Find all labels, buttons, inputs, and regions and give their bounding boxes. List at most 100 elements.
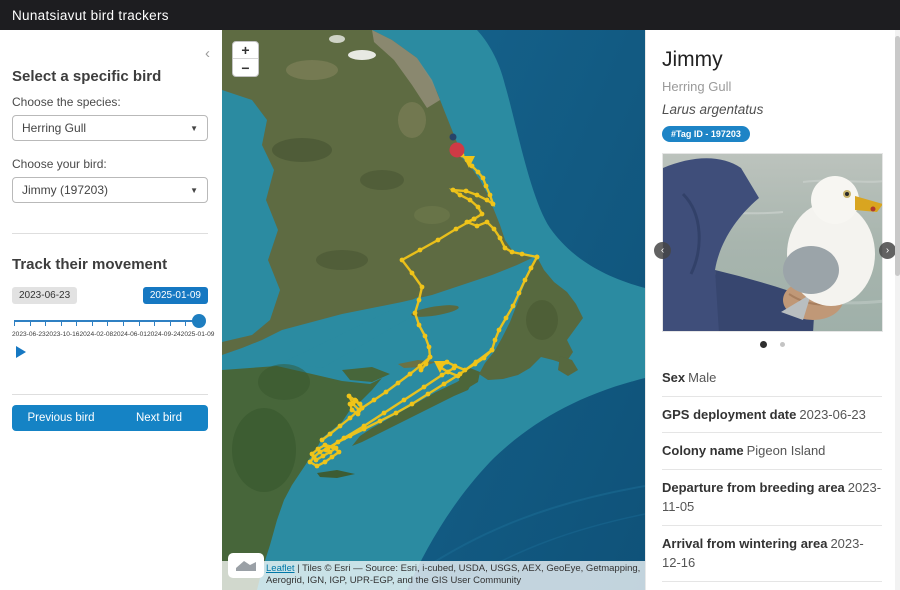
- gps-track-point[interactable]: [347, 394, 352, 399]
- gps-track-point[interactable]: [396, 381, 401, 386]
- gps-track-point[interactable]: [454, 227, 459, 232]
- gps-track-point[interactable]: [423, 334, 428, 339]
- gps-track-point[interactable]: [328, 450, 333, 455]
- gps-track-point[interactable]: [442, 382, 447, 387]
- gps-track-point[interactable]: [384, 390, 389, 395]
- gps-track-point[interactable]: [356, 412, 361, 417]
- gps-track-point[interactable]: [408, 372, 413, 377]
- gps-track-point[interactable]: [323, 460, 328, 465]
- gps-track-point[interactable]: [410, 271, 415, 276]
- gps-track-point[interactable]: [419, 368, 424, 373]
- gps-track-point[interactable]: [451, 188, 456, 193]
- gps-track-point[interactable]: [394, 411, 399, 416]
- gps-track-point[interactable]: [360, 406, 365, 411]
- gps-track-point[interactable]: [475, 193, 480, 198]
- gps-track-point[interactable]: [338, 424, 343, 429]
- gps-track-point[interactable]: [476, 170, 481, 175]
- gps-track-point[interactable]: [328, 432, 333, 437]
- gps-track-point[interactable]: [529, 266, 534, 271]
- carousel-dot[interactable]: [780, 342, 785, 347]
- direction-triangle[interactable]: [434, 361, 446, 373]
- gps-track-point[interactable]: [315, 464, 320, 469]
- sidebar-collapse-icon[interactable]: ‹: [205, 46, 210, 61]
- gps-track-point[interactable]: [468, 198, 473, 203]
- gps-track-point[interactable]: [372, 398, 377, 403]
- gps-track-point[interactable]: [410, 402, 415, 407]
- gps-track-point[interactable]: [323, 443, 328, 448]
- gps-track-point[interactable]: [417, 323, 422, 328]
- gps-track-point[interactable]: [485, 220, 490, 225]
- colony-marker[interactable]: [450, 134, 457, 141]
- gps-track-point[interactable]: [476, 205, 481, 210]
- species-select[interactable]: Herring Gull ▼: [12, 115, 208, 141]
- gps-track-point[interactable]: [400, 258, 405, 263]
- previous-bird-button[interactable]: Previous bird: [12, 405, 110, 431]
- gps-track-point[interactable]: [378, 419, 383, 424]
- carousel-next-icon[interactable]: ›: [879, 242, 896, 259]
- current-position-marker[interactable]: [450, 143, 465, 158]
- gps-track-point[interactable]: [348, 416, 353, 421]
- gps-track-point[interactable]: [342, 436, 347, 441]
- gps-track-point[interactable]: [452, 366, 457, 371]
- date-slider[interactable]: [12, 316, 208, 330]
- gps-track-point[interactable]: [314, 458, 319, 463]
- map[interactable]: + − Leaflet | Tiles © Esri — Source: Esr…: [222, 30, 645, 590]
- gps-track-point[interactable]: [523, 278, 528, 283]
- gps-track-point[interactable]: [436, 238, 441, 243]
- gps-track-point[interactable]: [497, 328, 502, 333]
- gps-track-point[interactable]: [310, 452, 315, 457]
- gps-track-point[interactable]: [474, 360, 479, 365]
- gps-track-point[interactable]: [481, 176, 486, 181]
- gps-track-point[interactable]: [503, 246, 508, 251]
- gps-track-point[interactable]: [440, 373, 445, 378]
- gps-track-point[interactable]: [535, 255, 540, 260]
- gps-track-point[interactable]: [458, 372, 463, 377]
- gps-track-point[interactable]: [308, 460, 313, 465]
- gps-track-point[interactable]: [480, 212, 485, 217]
- gps-track-point[interactable]: [420, 285, 425, 290]
- gps-track-point[interactable]: [504, 316, 509, 321]
- gps-track-point[interactable]: [362, 424, 367, 429]
- gps-track-point[interactable]: [348, 402, 353, 407]
- gps-track-point[interactable]: [498, 236, 503, 241]
- gps-track-point[interactable]: [490, 348, 495, 353]
- zoom-out-button[interactable]: −: [233, 59, 258, 76]
- gps-track-point[interactable]: [316, 447, 321, 452]
- carousel-dot-active[interactable]: [760, 341, 767, 348]
- carousel-prev-icon[interactable]: ‹: [654, 242, 671, 259]
- gps-track-point[interactable]: [520, 252, 525, 257]
- panel-scrollbar[interactable]: [895, 30, 900, 590]
- gps-track-point[interactable]: [330, 455, 335, 460]
- gps-track-point[interactable]: [402, 398, 407, 403]
- gps-track-point[interactable]: [422, 385, 427, 390]
- leaflet-link[interactable]: Leaflet: [266, 563, 295, 574]
- zoom-in-button[interactable]: +: [233, 42, 258, 59]
- gps-track-point[interactable]: [321, 454, 326, 459]
- gps-track-point[interactable]: [517, 291, 522, 296]
- gps-track-point[interactable]: [418, 364, 423, 369]
- next-bird-button[interactable]: Next bird: [110, 405, 208, 431]
- gps-track-point[interactable]: [353, 398, 358, 403]
- gps-track-point[interactable]: [426, 392, 431, 397]
- gps-track-point[interactable]: [464, 189, 469, 194]
- play-button[interactable]: [16, 346, 26, 358]
- slider-handle[interactable]: [192, 314, 206, 328]
- gps-track-point[interactable]: [492, 227, 497, 232]
- gps-track-point[interactable]: [510, 250, 515, 255]
- gps-track-point[interactable]: [475, 224, 480, 229]
- gps-track-point[interactable]: [472, 217, 477, 222]
- gps-track-point[interactable]: [320, 438, 325, 443]
- gps-track-point[interactable]: [428, 355, 433, 360]
- gps-track-point[interactable]: [337, 450, 342, 455]
- gps-track-point[interactable]: [413, 311, 418, 316]
- gps-track-point[interactable]: [511, 304, 516, 309]
- gps-track-point[interactable]: [418, 248, 423, 253]
- gps-track-point[interactable]: [491, 202, 496, 207]
- gps-track-point[interactable]: [485, 198, 490, 203]
- gps-track-point[interactable]: [493, 338, 498, 343]
- gps-track-point[interactable]: [334, 446, 339, 451]
- gps-track-point[interactable]: [458, 193, 463, 198]
- gps-track-point[interactable]: [350, 408, 355, 413]
- gps-track-point[interactable]: [484, 184, 489, 189]
- bird-select[interactable]: Jimmy (197203) ▼: [12, 177, 208, 203]
